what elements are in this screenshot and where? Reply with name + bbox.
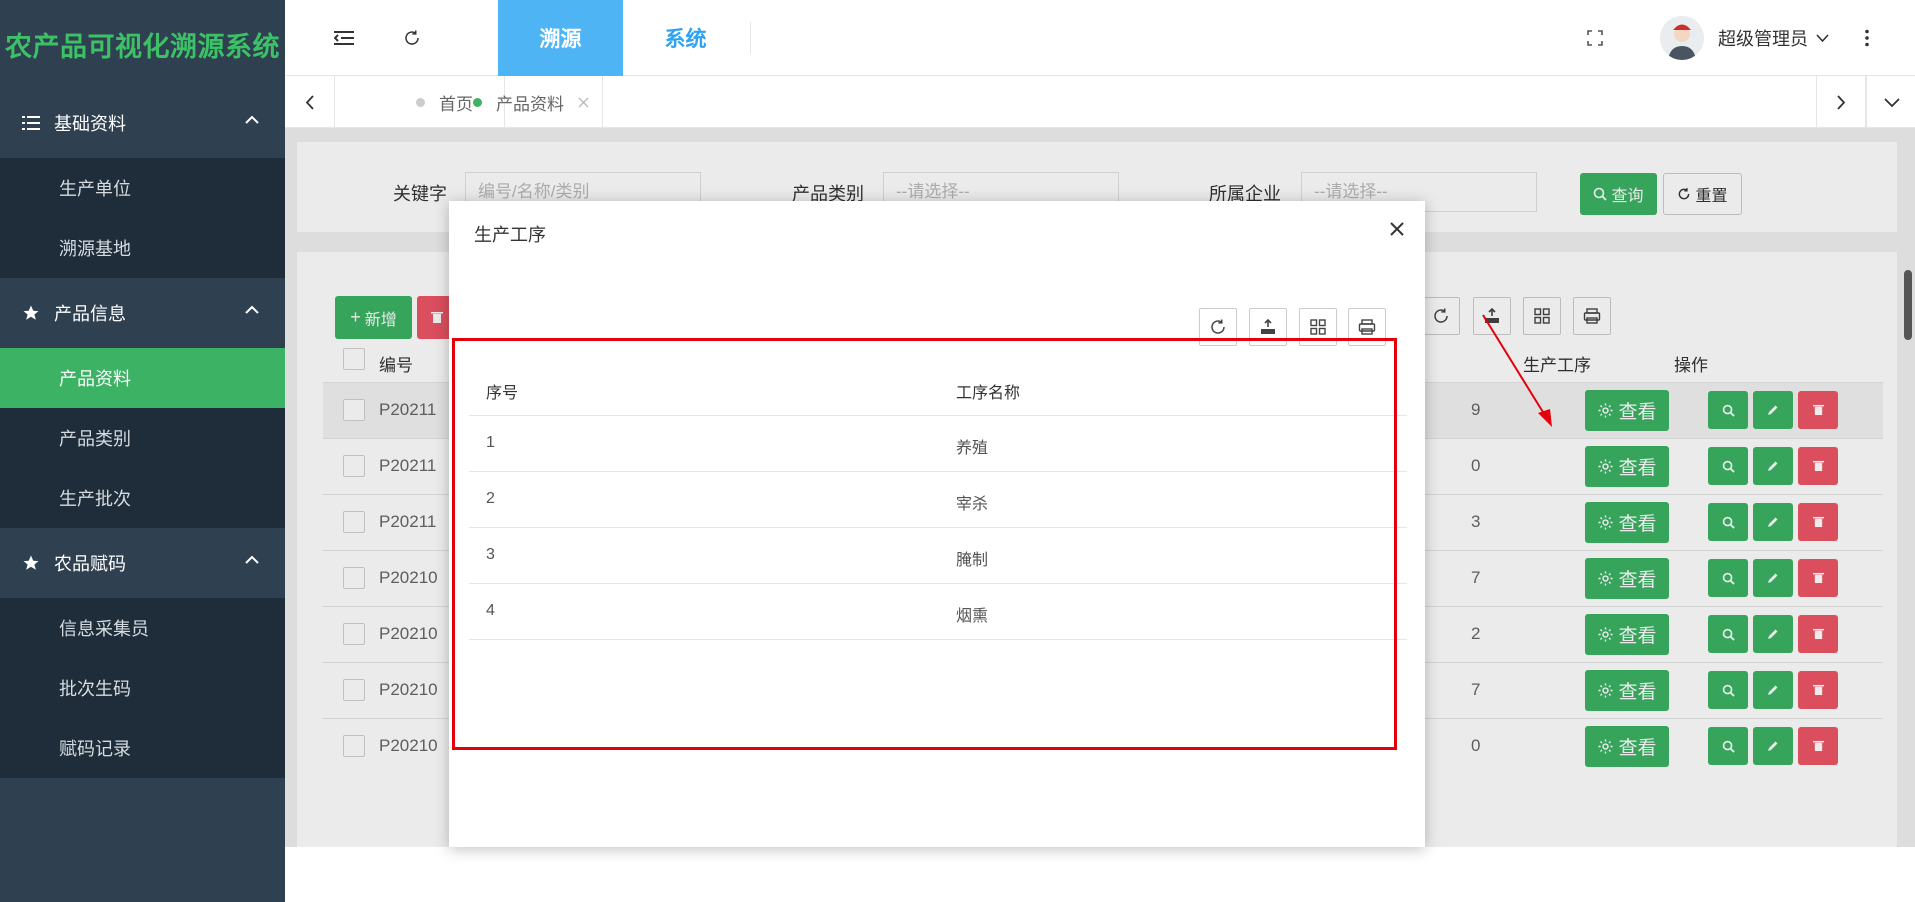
menu-group-coding: 农品赋码 信息采集员 批次生码 赋码记录: [0, 528, 285, 778]
sidebar-item-collector[interactable]: 信息采集员: [0, 598, 285, 658]
top-header: 溯源 系统 超级管理员: [285, 0, 1915, 76]
tabs-dropdown[interactable]: [1866, 76, 1915, 128]
modal-table-row: 3 腌制: [469, 527, 1407, 583]
brand-title: 农产品可视化溯源系统: [5, 31, 280, 62]
modal-table-row: 4 烟熏: [469, 583, 1407, 639]
menu-head-product[interactable]: 产品信息: [0, 278, 285, 348]
header-divider: [750, 22, 751, 54]
menu-head-label: 基础资料: [54, 114, 126, 134]
sidebar: 农产品可视化溯源系统 基础资料 生产单位 溯源基地 产品信息 产品资料 产品类别…: [0, 0, 285, 902]
sidebar-item-production-batch[interactable]: 生产批次: [0, 468, 285, 528]
modal-export-button[interactable]: [1249, 308, 1287, 346]
submenu-coding: 信息采集员 批次生码 赋码记录: [0, 598, 285, 778]
refresh-icon: [1211, 319, 1225, 334]
top-tab-trace[interactable]: 溯源: [498, 0, 623, 76]
chevron-up-icon: [245, 115, 259, 124]
tab-dot: [473, 97, 482, 107]
bottom-area: [285, 847, 1915, 902]
chevron-down-icon: [1816, 34, 1829, 42]
process-name: 宰杀: [956, 496, 989, 513]
star-icon: [20, 552, 42, 574]
menu-head-label: 农品赋码: [54, 554, 126, 574]
modal-header-line: [469, 415, 1407, 416]
top-tab-system[interactable]: 系统: [623, 0, 748, 76]
user-menu[interactable]: 超级管理员: [1660, 16, 1829, 60]
username: 超级管理员: [1718, 29, 1808, 49]
page-tab-product-info[interactable]: 产品资料: [455, 76, 603, 128]
page-scrollbar[interactable]: [1904, 270, 1912, 340]
sidebar-item-product-category[interactable]: 产品类别: [0, 408, 285, 468]
sidebar-item-batch-code[interactable]: 批次生码: [0, 658, 285, 718]
process-index: 4: [486, 602, 495, 619]
app-root: 农产品可视化溯源系统 基础资料 生产单位 溯源基地 产品信息 产品资料 产品类别…: [0, 0, 1915, 902]
modal-table-row: 2 宰杀: [469, 471, 1407, 527]
menu-group-product: 产品信息 产品资料 产品类别 生产批次: [0, 278, 285, 528]
sidebar-item-production-unit[interactable]: 生产单位: [0, 158, 285, 218]
modal-refresh-button[interactable]: [1199, 308, 1237, 346]
tab-dot: [416, 97, 425, 107]
menu-head-label: 产品信息: [54, 304, 126, 324]
process-modal: 生产工序 序号 工序名称 1 养殖 2 宰杀 3 腌制 4 烟熏: [449, 201, 1425, 847]
process-name: 腌制: [956, 552, 989, 569]
process-index: 1: [486, 434, 495, 451]
print-icon: [1358, 319, 1376, 335]
modal-col-index: 序号: [486, 385, 519, 402]
menu-head-coding[interactable]: 农品赋码: [0, 528, 285, 598]
close-icon[interactable]: [1385, 217, 1409, 241]
process-index: 2: [486, 490, 495, 507]
process-name: 烟熏: [956, 608, 989, 625]
modal-table-end-line: [469, 639, 1407, 640]
modal-print-button[interactable]: [1348, 308, 1386, 346]
modal-table-row: 1 养殖: [469, 415, 1407, 471]
chevron-up-icon: [245, 305, 259, 314]
more-vertical-icon[interactable]: [1853, 24, 1881, 52]
menu-toggle-icon[interactable]: [330, 24, 358, 52]
process-name: 养殖: [956, 440, 989, 457]
refresh-icon[interactable]: [398, 24, 426, 52]
menu-group-basic: 基础资料 生产单位 溯源基地: [0, 88, 285, 278]
menu-head-basic[interactable]: 基础资料: [0, 88, 285, 158]
modal-columns-button[interactable]: [1299, 308, 1337, 346]
process-index: 3: [486, 546, 495, 563]
avatar: [1660, 16, 1704, 60]
sidebar-item-product-info[interactable]: 产品资料: [0, 348, 285, 408]
page-tabs-bar: 首页 产品资料: [285, 76, 1915, 128]
columns-icon: [1310, 319, 1326, 335]
submenu-product: 产品资料 产品类别 生产批次: [0, 348, 285, 528]
close-icon[interactable]: [578, 97, 589, 108]
page-tab-label: 产品资料: [496, 94, 564, 114]
sidebar-item-code-record[interactable]: 赋码记录: [0, 718, 285, 778]
fullscreen-icon[interactable]: [1581, 24, 1609, 52]
modal-col-name: 工序名称: [956, 385, 1021, 402]
tabs-scroll-right[interactable]: [1816, 76, 1866, 128]
modal-title: 生产工序: [474, 225, 546, 245]
list-icon: [20, 112, 42, 134]
sidebar-item-trace-base[interactable]: 溯源基地: [0, 218, 285, 278]
annotation-arrow-icon: [1482, 314, 1552, 427]
tabs-scroll-left[interactable]: [285, 76, 335, 128]
submenu-basic: 生产单位 溯源基地: [0, 158, 285, 278]
export-icon: [1261, 318, 1275, 334]
star-icon: [20, 302, 42, 324]
chevron-up-icon: [245, 555, 259, 564]
